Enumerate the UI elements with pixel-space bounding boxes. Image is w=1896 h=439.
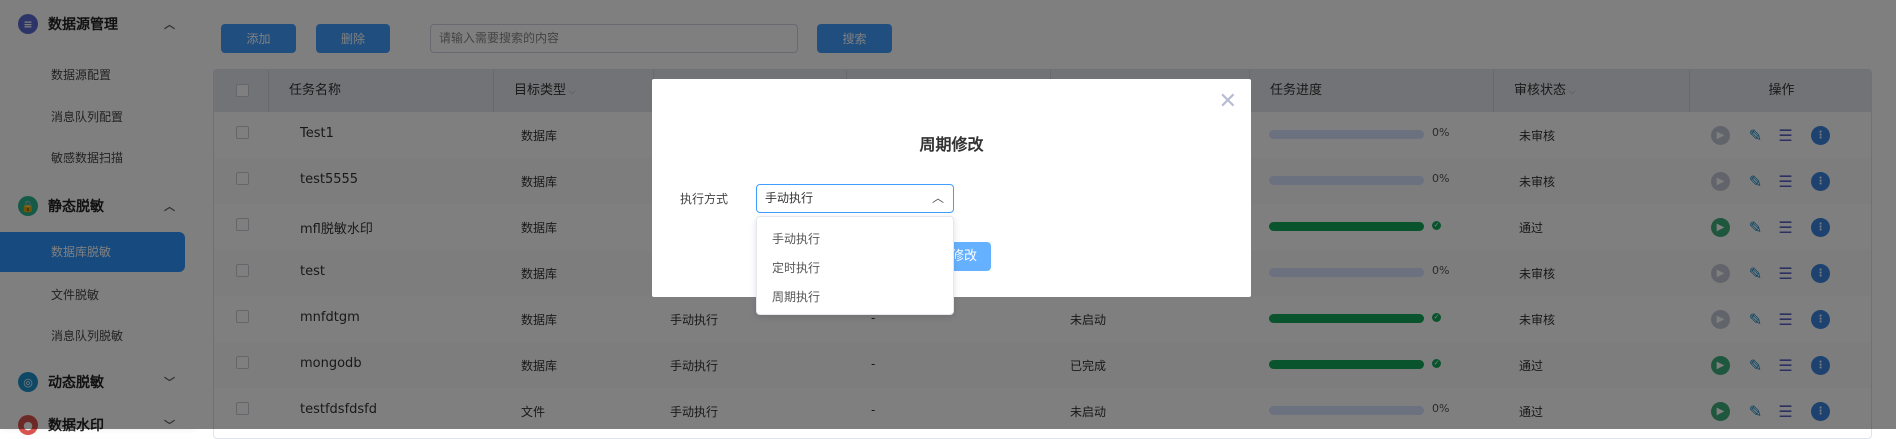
chevron-up-icon: ︿ xyxy=(931,191,944,205)
exec-mode-dropdown: 手动执行 定时执行 周期执行 xyxy=(756,216,954,315)
exec-mode-label: 执行方式 xyxy=(680,192,729,206)
modal-title: 周期修改 xyxy=(919,135,984,154)
option-periodic[interactable]: 周期执行 xyxy=(772,288,820,305)
exec-mode-select[interactable]: 手动执行 ︿ xyxy=(756,184,954,213)
option-manual[interactable]: 手动执行 xyxy=(772,230,820,247)
close-icon[interactable]: ✕ xyxy=(1219,89,1237,114)
exec-mode-select-value: 手动执行 xyxy=(765,191,814,205)
option-scheduled[interactable]: 定时执行 xyxy=(772,259,820,276)
